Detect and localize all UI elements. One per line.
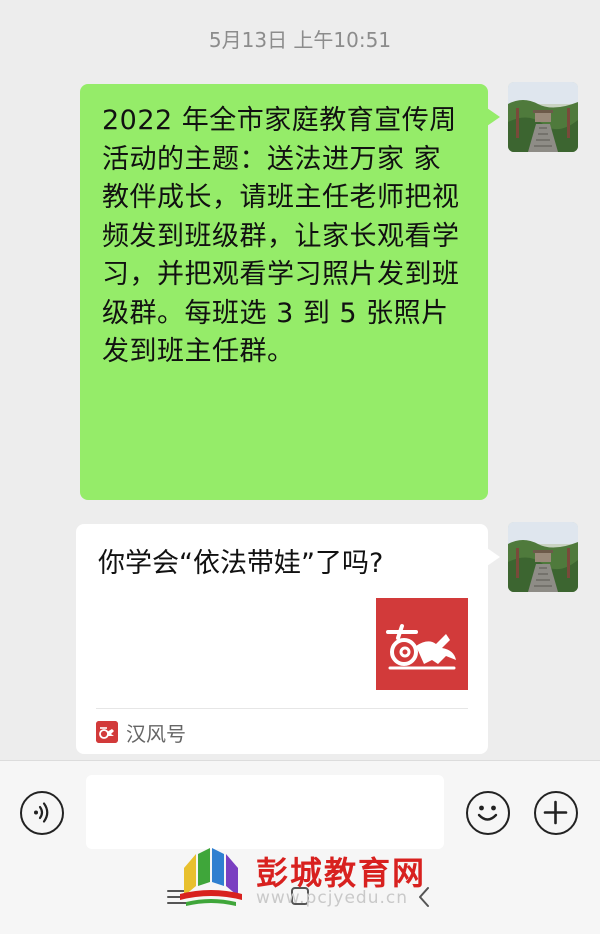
card-divider [96, 708, 468, 709]
link-card-source-name: 汉风号 [126, 721, 186, 746]
link-card-title: 你学会“依法带娃”了吗? [98, 548, 384, 579]
plus-icon[interactable] [534, 791, 578, 835]
voice-icon[interactable] [20, 791, 64, 835]
message-timestamp: 5月13日 上午10:51 [208, 28, 392, 52]
link-card-thumbnail [376, 598, 468, 690]
message-bubble-text[interactable]: 2022 年全市家庭教育宣传周活动的主题：送法进万家 家教伴成长，请班主任老师把… [80, 84, 500, 500]
message-input[interactable] [86, 775, 444, 849]
book-logo-icon [180, 848, 242, 906]
watermark: 彭城教育网 www.pcjyedu.cn [176, 846, 436, 912]
link-card-source: 汉风号 [96, 720, 186, 746]
sender-avatar[interactable] [508, 522, 578, 592]
sender-avatar[interactable] [508, 82, 578, 152]
watermark-url: www.pcjyedu.cn [256, 888, 409, 908]
link-card[interactable]: 你学会“依法带娃”了吗? 汉风号 [76, 524, 500, 754]
hanfeng-logo-icon [96, 721, 118, 743]
emoji-icon[interactable] [466, 791, 510, 835]
message-text: 2022 年全市家庭教育宣传周活动的主题：送法进万家 家教伴成长，请班主任老师把… [102, 105, 460, 367]
